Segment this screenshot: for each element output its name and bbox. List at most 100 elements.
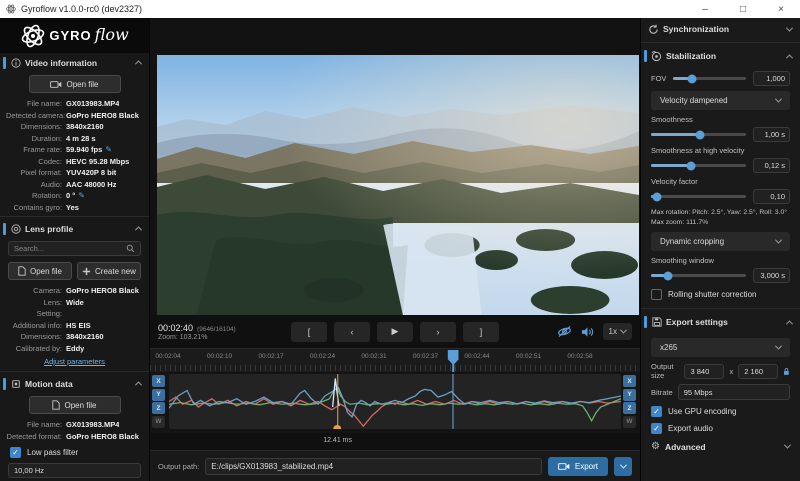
smoothing-window-slider[interactable] — [651, 274, 746, 277]
advanced-section-toggle[interactable]: ⚙ Advanced — [651, 441, 790, 452]
field-label: Lens: — [6, 298, 66, 307]
export-options-dropdown[interactable] — [614, 457, 632, 476]
collapse-chevron-icon[interactable] — [135, 226, 142, 233]
export-button[interactable]: Export — [548, 457, 608, 476]
save-icon — [651, 317, 662, 328]
collapse-chevron-icon[interactable] — [135, 60, 142, 67]
output-path-label: Output path: — [158, 462, 199, 471]
sync-point-handle[interactable] — [334, 425, 342, 429]
smoothing-method-dropdown[interactable]: Velocity dampened — [651, 91, 790, 110]
stabilization-toggle-icon[interactable] — [557, 325, 572, 338]
timeline-timestamp: 00:02:24 — [310, 353, 335, 360]
lens-search[interactable] — [8, 241, 141, 256]
search-icon — [126, 244, 135, 253]
lens-create-new-button[interactable]: Create new — [77, 262, 141, 280]
edit-icon[interactable]: ✎ — [78, 192, 85, 200]
adjust-parameters-link[interactable]: Adjust parameters — [0, 357, 149, 366]
section-motion-data[interactable]: Motion data — [0, 374, 149, 393]
bitrate-input[interactable] — [678, 384, 790, 400]
lens-open-file-button[interactable]: Open file — [8, 262, 72, 280]
velocity-factor-value[interactable]: 0,10 — [753, 189, 790, 204]
cropping-mode-dropdown[interactable]: Dynamic cropping — [651, 232, 790, 251]
frame-counter: (9646/16104) — [197, 326, 236, 333]
section-lens-profile[interactable]: Lens profile — [0, 219, 149, 238]
trim-start-button[interactable]: [ — [291, 322, 327, 342]
smoothness-hv-slider[interactable] — [651, 164, 746, 167]
playback-speed-dropdown[interactable]: 1x — [603, 323, 632, 340]
close-button[interactable]: × — [762, 0, 800, 18]
sync-point-marker[interactable] — [337, 374, 339, 429]
output-height-input[interactable] — [738, 364, 778, 379]
codec-dropdown[interactable]: x265 — [651, 338, 790, 357]
low-pass-frequency-input[interactable] — [8, 463, 141, 478]
section-stabilization[interactable]: Stabilization — [641, 45, 800, 67]
smoothing-window-label: Smoothing window — [651, 256, 790, 265]
export-audio-checkbox[interactable]: ✓ — [651, 423, 662, 434]
app-icon — [6, 4, 16, 14]
axis-toggle-y[interactable]: Y — [623, 389, 636, 401]
next-frame-button[interactable]: › — [420, 322, 456, 342]
timeline-timestamp: 00:02:51 — [516, 353, 541, 360]
low-pass-filter-checkbox[interactable]: ✓ — [10, 447, 21, 458]
section-synchronization[interactable]: Synchronization — [641, 18, 800, 40]
play-button[interactable]: ▶ — [377, 322, 413, 342]
section-video-information[interactable]: Video information — [0, 53, 149, 72]
button-label: Open file — [64, 401, 96, 410]
file-icon — [18, 266, 26, 276]
minimize-button[interactable]: – — [686, 0, 724, 18]
field-value: GoPro HERO8 Black — [66, 286, 139, 295]
field-value: GoPro HERO8 Black — [66, 111, 139, 120]
series-gyro-x — [169, 397, 621, 426]
smoothness-slider[interactable] — [651, 133, 746, 136]
gimbal-icon — [651, 51, 662, 62]
lock-ratio-icon[interactable] — [783, 366, 790, 377]
maximize-button[interactable]: □ — [724, 0, 762, 18]
volume-icon[interactable] — [581, 326, 594, 338]
video-camera-icon — [558, 462, 570, 471]
section-export-settings[interactable]: Export settings — [641, 311, 800, 333]
motion-open-file-button[interactable]: Open file — [29, 396, 121, 414]
output-width-input[interactable] — [684, 364, 724, 379]
smoothness-value[interactable]: 1,00 s — [753, 127, 790, 142]
velocity-factor-slider[interactable] — [651, 195, 746, 198]
axis-toggle-z[interactable]: Z — [623, 402, 636, 414]
gpu-encoding-checkbox[interactable]: ✓ — [651, 406, 662, 417]
fov-slider[interactable] — [673, 77, 746, 80]
collapse-chevron-icon[interactable] — [786, 54, 793, 61]
field-label: Dimensions: — [6, 122, 66, 131]
field-label: Contains gyro: — [6, 203, 66, 212]
trim-end-button[interactable]: ] — [463, 322, 499, 342]
axis-toggle-w[interactable]: W — [623, 416, 636, 428]
fov-value[interactable]: 1,000 — [753, 71, 790, 86]
field-label: Setting: — [6, 309, 66, 318]
rolling-shutter-checkbox[interactable]: ✓ — [651, 289, 662, 300]
smoothing-window-value[interactable]: 3,000 s — [753, 268, 790, 283]
field-label: File name: — [6, 420, 66, 429]
section-title: Synchronization — [663, 24, 729, 34]
edit-icon[interactable]: ✎ — [105, 146, 112, 154]
video-preview[interactable] — [150, 18, 640, 315]
file-icon — [52, 400, 60, 410]
axis-toggle-x[interactable]: X — [623, 375, 636, 387]
prev-frame-button[interactable]: ‹ — [334, 322, 370, 342]
lens-fields: Camera:GoPro HERO8 BlackLens:WideSetting… — [0, 283, 149, 355]
gyro-plot[interactable] — [169, 374, 621, 429]
player-controls: 00:02:40 (9646/16104) Zoom: 103.21% [ ‹ … — [150, 315, 640, 348]
lens-search-input[interactable] — [14, 244, 122, 253]
smoothness-hv-value[interactable]: 0,12 s — [753, 158, 790, 173]
output-path-input[interactable] — [205, 458, 542, 475]
axis-toggle-z[interactable]: Z — [152, 402, 165, 414]
field-label: Dimensions: — [6, 332, 66, 341]
axis-toggle-y[interactable]: Y — [152, 389, 165, 401]
timeline-timestamp: 00:02:10 — [207, 353, 232, 360]
field-row: Contains gyro:Yes — [6, 202, 143, 214]
timeline-ruler[interactable]: 00:02:0400:02:1000:02:1700:02:2400:02:31… — [150, 348, 640, 372]
collapse-chevron-icon[interactable] — [786, 320, 793, 327]
expand-chevron-icon[interactable] — [786, 24, 793, 31]
chevron-down-icon — [775, 343, 782, 350]
axis-toggle-w[interactable]: W — [152, 416, 165, 428]
video-open-file-button[interactable]: Open file — [29, 75, 121, 93]
axis-toggle-x[interactable]: X — [152, 375, 165, 387]
collapse-chevron-icon[interactable] — [135, 381, 142, 388]
logo-text-gyro: GYRO — [49, 28, 91, 43]
